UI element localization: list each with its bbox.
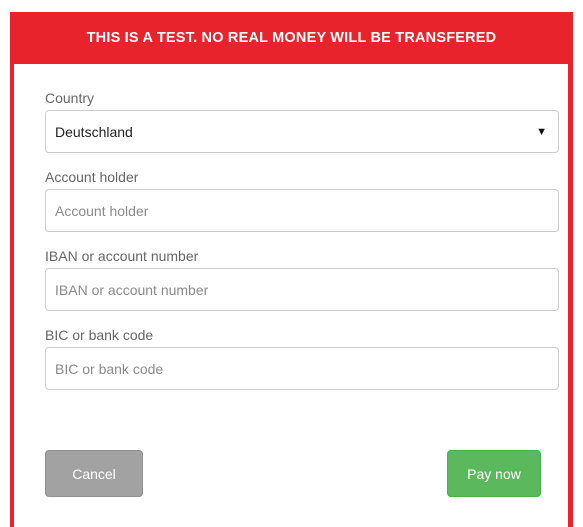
caret-down-icon: ▼	[536, 125, 547, 138]
form-actions: Cancel Pay now	[45, 450, 541, 497]
country-field-group: Country Deutschland ▼	[45, 88, 559, 153]
bic-field-group: BIC or bank code	[45, 325, 559, 390]
iban-field-group: IBAN or account number	[45, 246, 559, 311]
iban-input[interactable]	[45, 268, 559, 311]
payment-form: Country Deutschland ▼ Account holder IBA…	[14, 64, 568, 527]
country-select[interactable]: Deutschland ▼	[45, 110, 559, 153]
test-mode-banner-text: THIS IS A TEST. NO REAL MONEY WILL BE TR…	[86, 30, 497, 46]
bic-input[interactable]	[45, 347, 559, 390]
payment-dialog: THIS IS A TEST. NO REAL MONEY WILL BE TR…	[10, 12, 573, 527]
pay-now-button[interactable]: Pay now	[447, 450, 541, 497]
iban-label: IBAN or account number	[45, 248, 199, 264]
test-mode-banner: THIS IS A TEST. NO REAL MONEY WILL BE TR…	[10, 12, 573, 64]
cancel-button[interactable]: Cancel	[45, 450, 143, 497]
account-holder-field-group: Account holder	[45, 167, 559, 232]
bic-label: BIC or bank code	[45, 327, 154, 343]
account-holder-label: Account holder	[45, 169, 139, 185]
country-label: Country	[45, 90, 95, 106]
country-selected-value: Deutschland	[55, 123, 133, 140]
account-holder-input[interactable]	[45, 189, 559, 232]
